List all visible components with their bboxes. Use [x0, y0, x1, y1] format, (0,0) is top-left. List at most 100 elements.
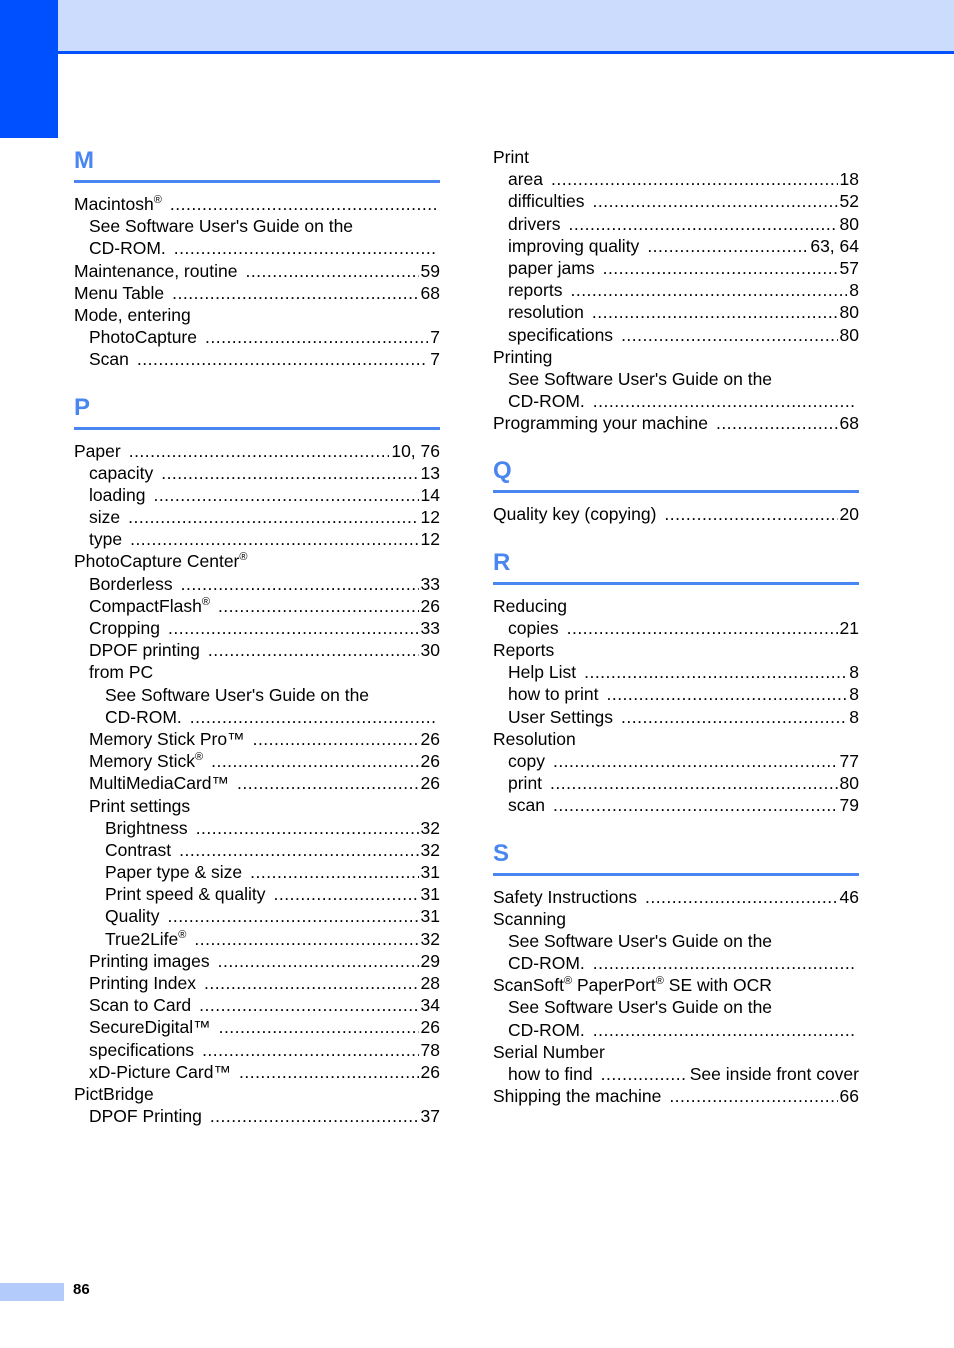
page-reference[interactable]: 8 [849, 706, 859, 728]
index-entry[interactable]: scan 79 [493, 794, 859, 816]
index-entry[interactable]: Memory Stick Pro™ 26 [74, 728, 440, 750]
page-reference[interactable]: 7 [430, 348, 440, 370]
page-reference[interactable]: 26 [421, 728, 440, 750]
index-entry[interactable]: Macintosh® [74, 193, 440, 215]
page-reference[interactable]: 8 [849, 683, 859, 705]
page-reference[interactable]: 12 [421, 528, 440, 550]
index-entry[interactable]: Brightness 32 [74, 817, 440, 839]
index-entry[interactable]: Printing Index 28 [74, 972, 440, 994]
index-entry[interactable]: CompactFlash® 26 [74, 595, 440, 617]
index-entry[interactable]: Programming your machine 68 [493, 412, 859, 434]
index-entry[interactable]: Cropping 33 [74, 617, 440, 639]
page-reference[interactable]: 31 [421, 883, 440, 905]
page-reference[interactable]: 59 [421, 260, 440, 282]
index-entry[interactable]: Printing [493, 346, 859, 368]
page-reference[interactable]: 77 [840, 750, 859, 772]
page-reference[interactable]: 52 [840, 190, 859, 212]
page-reference[interactable]: 20 [840, 503, 859, 525]
page-reference[interactable]: 8 [849, 279, 859, 301]
page-reference[interactable]: 68 [421, 282, 440, 304]
page-reference[interactable]: 57 [840, 257, 859, 279]
index-entry[interactable]: area 18 [493, 168, 859, 190]
index-entry[interactable]: reports 8 [493, 279, 859, 301]
index-entry[interactable]: True2Life® 32 [74, 928, 440, 950]
page-reference[interactable]: 80 [840, 324, 859, 346]
index-entry[interactable]: Mode, entering [74, 304, 440, 326]
index-entry[interactable]: PictBridge [74, 1083, 440, 1105]
page-reference[interactable]: 26 [421, 1061, 440, 1083]
page-reference[interactable]: 13 [421, 462, 440, 484]
page-reference[interactable]: 26 [421, 1016, 440, 1038]
page-reference[interactable]: 46 [840, 886, 859, 908]
page-reference[interactable]: 37 [421, 1105, 440, 1127]
page-reference[interactable]: 30 [421, 639, 440, 661]
index-entry[interactable]: print 80 [493, 772, 859, 794]
index-entry[interactable]: CD-ROM. [493, 390, 859, 412]
index-entry[interactable]: CD-ROM. [493, 1019, 859, 1041]
page-reference[interactable]: 14 [421, 484, 440, 506]
page-reference[interactable]: 80 [840, 213, 859, 235]
page-reference[interactable]: 31 [421, 905, 440, 927]
page-reference[interactable]: 26 [421, 750, 440, 772]
index-entry[interactable]: See Software User's Guide on the [493, 368, 859, 390]
page-reference[interactable]: 79 [840, 794, 859, 816]
page-reference[interactable]: 68 [840, 412, 859, 434]
index-entry[interactable]: from PC [74, 661, 440, 683]
index-entry[interactable]: Serial Number [493, 1041, 859, 1063]
index-entry[interactable]: copies 21 [493, 617, 859, 639]
index-entry[interactable]: Scanning [493, 908, 859, 930]
page-reference[interactable]: 80 [840, 301, 859, 323]
page-reference[interactable]: 66 [840, 1085, 859, 1107]
page-reference[interactable]: 34 [421, 994, 440, 1016]
index-entry[interactable]: Print [493, 146, 859, 168]
index-entry[interactable]: drivers 80 [493, 213, 859, 235]
index-entry[interactable]: Quality key (copying) 20 [493, 503, 859, 525]
index-entry[interactable]: Paper type & size 31 [74, 861, 440, 883]
index-entry[interactable]: Borderless 33 [74, 573, 440, 595]
index-entry[interactable]: Memory Stick® 26 [74, 750, 440, 772]
page-reference[interactable]: 33 [421, 573, 440, 595]
index-entry[interactable]: xD-Picture Card™ 26 [74, 1061, 440, 1083]
index-entry[interactable]: CD-ROM. [74, 706, 440, 728]
index-entry[interactable]: Menu Table 68 [74, 282, 440, 304]
index-entry[interactable]: Help List 8 [493, 661, 859, 683]
index-entry[interactable]: See Software User's Guide on the [493, 996, 859, 1018]
index-entry[interactable]: See Software User's Guide on the [74, 684, 440, 706]
index-entry[interactable]: User Settings 8 [493, 706, 859, 728]
page-reference[interactable]: 29 [421, 950, 440, 972]
page-reference[interactable]: 32 [421, 817, 440, 839]
index-entry[interactable]: Print speed & quality 31 [74, 883, 440, 905]
page-reference[interactable]: See inside front cover [690, 1063, 859, 1085]
page-reference[interactable]: 21 [840, 617, 859, 639]
page-reference[interactable]: 26 [421, 772, 440, 794]
index-entry[interactable]: See Software User's Guide on the [74, 215, 440, 237]
index-entry[interactable]: Shipping the machine 66 [493, 1085, 859, 1107]
index-entry[interactable]: Quality 31 [74, 905, 440, 927]
index-entry[interactable]: CD-ROM. [74, 237, 440, 259]
index-entry[interactable]: how to print 8 [493, 683, 859, 705]
index-entry[interactable]: DPOF Printing 37 [74, 1105, 440, 1127]
page-reference[interactable]: 33 [421, 617, 440, 639]
page-reference[interactable]: 78 [421, 1039, 440, 1061]
index-entry[interactable]: CD-ROM. [493, 952, 859, 974]
index-entry[interactable]: See Software User's Guide on the [493, 930, 859, 952]
index-entry[interactable]: PhotoCapture 7 [74, 326, 440, 348]
page-reference[interactable]: 10, 76 [391, 440, 440, 462]
page-reference[interactable]: 32 [421, 928, 440, 950]
index-entry[interactable]: MultiMediaCard™ 26 [74, 772, 440, 794]
page-reference[interactable]: 8 [849, 661, 859, 683]
index-entry[interactable]: size 12 [74, 506, 440, 528]
index-entry[interactable]: Safety Instructions 46 [493, 886, 859, 908]
page-reference[interactable]: 63, 64 [810, 235, 859, 257]
index-entry[interactable]: SecureDigital™ 26 [74, 1016, 440, 1038]
index-entry[interactable]: Reports [493, 639, 859, 661]
index-entry[interactable]: specifications 80 [493, 324, 859, 346]
index-entry[interactable]: Printing images 29 [74, 950, 440, 972]
index-entry[interactable]: specifications 78 [74, 1039, 440, 1061]
index-entry[interactable]: copy 77 [493, 750, 859, 772]
page-reference[interactable]: 80 [840, 772, 859, 794]
index-entry[interactable]: Resolution [493, 728, 859, 750]
page-reference[interactable]: 32 [421, 839, 440, 861]
index-entry[interactable]: type 12 [74, 528, 440, 550]
index-entry[interactable]: resolution 80 [493, 301, 859, 323]
